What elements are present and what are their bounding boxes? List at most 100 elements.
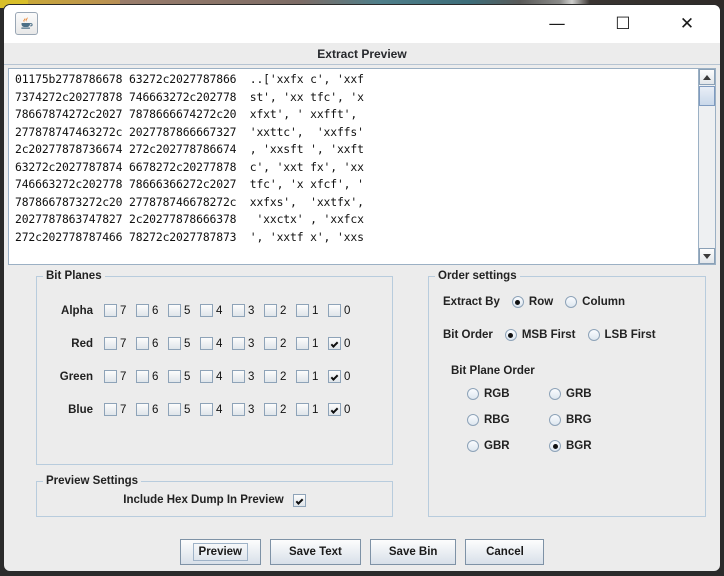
- checkbox-red-bit-6[interactable]: [136, 337, 149, 350]
- bit-cell: 6: [136, 403, 168, 416]
- hex-dump-text[interactable]: 01175b2778786678 63272c2027787866 ..['xx…: [9, 69, 698, 264]
- preview-settings-panel: Preview Settings Include Hex Dump In Pre…: [36, 475, 393, 517]
- checkbox-blue-bit-5[interactable]: [168, 403, 181, 416]
- bit-cell: 5: [168, 304, 200, 317]
- bit-index-label: 1: [312, 370, 319, 383]
- bit-plane-order-option-rbg[interactable]: RBG: [467, 414, 549, 426]
- checkbox-red-bit-1[interactable]: [296, 337, 309, 350]
- radio-indicator[interactable]: [549, 414, 561, 426]
- checkbox-red-bit-0[interactable]: [328, 337, 341, 350]
- checkbox-green-bit-4[interactable]: [200, 370, 213, 383]
- preview-vertical-scrollbar[interactable]: [698, 69, 715, 264]
- checkbox-blue-bit-2[interactable]: [264, 403, 277, 416]
- checkbox-blue-bit-1[interactable]: [296, 403, 309, 416]
- checkbox-alpha-bit-1[interactable]: [296, 304, 309, 317]
- bit-plane-order-option-rgb[interactable]: RGB: [467, 388, 549, 400]
- checkbox-red-bit-4[interactable]: [200, 337, 213, 350]
- checkbox-red-bit-5[interactable]: [168, 337, 181, 350]
- checkbox-green-bit-2[interactable]: [264, 370, 277, 383]
- preview-button[interactable]: Preview: [179, 539, 262, 565]
- bit-index-label: 6: [152, 304, 159, 317]
- bit-cell: 6: [136, 304, 168, 317]
- bit-index-label: 7: [120, 370, 127, 383]
- minimize-button[interactable]: —: [534, 5, 580, 43]
- bit-plane-order-option-gbr[interactable]: GBR: [467, 440, 549, 452]
- checkbox-green-bit-5[interactable]: [168, 370, 181, 383]
- bit-cell: 4: [200, 304, 232, 317]
- bit-index-label: 1: [312, 403, 319, 416]
- bit-planes-grid: Alpha 7 6 5 4 3 2 1 0 Red 7 6 5 4 3 2 1 0 Green 7 6 5 4 3 2 1 0 Blu…: [37, 294, 392, 426]
- checkbox-blue-bit-7[interactable]: [104, 403, 117, 416]
- radio-indicator[interactable]: [549, 388, 561, 400]
- java-coffee-cup-icon: [15, 12, 38, 35]
- cancel-button[interactable]: Cancel: [465, 539, 545, 565]
- settings-area: Bit Planes Alpha 7 6 5 4 3 2 1 0 Red 7 6 5 4 3 2 1 0 Green…: [4, 265, 720, 571]
- scroll-up-arrow-icon[interactable]: [699, 69, 715, 85]
- checkbox-alpha-bit-6[interactable]: [136, 304, 149, 317]
- maximize-icon: ☐: [615, 13, 631, 34]
- include-hex-dump-checkbox[interactable]: [292, 493, 306, 507]
- checkbox-blue-bit-6[interactable]: [136, 403, 149, 416]
- checkbox-green-bit-6[interactable]: [136, 370, 149, 383]
- bit-plane-channel-label: Green: [59, 370, 93, 383]
- radio-indicator[interactable]: [467, 388, 479, 400]
- checkbox-red-bit-2[interactable]: [264, 337, 277, 350]
- bit-cell: 0: [328, 370, 360, 383]
- bit-cell: 6: [136, 370, 168, 383]
- radio-indicator[interactable]: [587, 329, 600, 341]
- checkbox-red-bit-3[interactable]: [232, 337, 245, 350]
- radio-label: Row: [528, 296, 554, 308]
- radio-indicator[interactable]: [504, 329, 517, 341]
- checkbox-alpha-bit-2[interactable]: [264, 304, 277, 317]
- bit-cell: 5: [168, 337, 200, 350]
- checkbox-green-bit-3[interactable]: [232, 370, 245, 383]
- checkbox-red-bit-7[interactable]: [104, 337, 117, 350]
- checkbox-green-bit-0[interactable]: [328, 370, 341, 383]
- maximize-button[interactable]: ☐: [600, 5, 646, 43]
- bit-cell: 0: [328, 403, 360, 416]
- bit-cell: 2: [264, 403, 296, 416]
- extract-by-option-row[interactable]: Row: [511, 296, 554, 308]
- checkbox-alpha-bit-7[interactable]: [104, 304, 117, 317]
- scrollbar-track[interactable]: [699, 86, 715, 247]
- checkbox-blue-bit-0[interactable]: [328, 403, 341, 416]
- order-settings-legend: Order settings: [438, 270, 517, 282]
- minimize-icon: —: [548, 13, 566, 34]
- radio-indicator[interactable]: [565, 296, 578, 308]
- checkbox-alpha-bit-0[interactable]: [328, 304, 341, 317]
- bit-index-label: 2: [280, 304, 287, 317]
- checkbox-alpha-bit-4[interactable]: [200, 304, 213, 317]
- scroll-down-arrow-icon[interactable]: [699, 248, 715, 264]
- checkbox-alpha-bit-3[interactable]: [232, 304, 245, 317]
- bit-index-label: 7: [120, 304, 127, 317]
- bit-plane-order-option-grb[interactable]: GRB: [549, 388, 631, 400]
- extract-by-option-column[interactable]: Column: [565, 296, 625, 308]
- radio-indicator[interactable]: [467, 414, 479, 426]
- save-bin-button[interactable]: Save Bin: [369, 539, 457, 565]
- page-title: Extract Preview: [317, 46, 407, 61]
- close-button[interactable]: ✕: [664, 5, 710, 43]
- bit-plane-order-option-brg[interactable]: BRG: [549, 414, 631, 426]
- scrollbar-thumb[interactable]: [699, 86, 715, 106]
- checkbox-blue-bit-4[interactable]: [200, 403, 213, 416]
- radio-indicator[interactable]: [467, 440, 479, 452]
- bit-index-label: 0: [344, 370, 351, 383]
- bit-plane-order-option-bgr[interactable]: BGR: [549, 440, 631, 452]
- radio-indicator[interactable]: [511, 296, 524, 308]
- bit-index-label: 4: [216, 304, 223, 317]
- bit-cell: 7: [104, 403, 136, 416]
- bit-index-label: 0: [344, 304, 351, 317]
- radio-indicator[interactable]: [549, 440, 561, 452]
- extract-preview-textarea-container: 01175b2778786678 63272c2027787866 ..['xx…: [8, 68, 716, 265]
- bit-order-option-lsb-first[interactable]: LSB First: [587, 329, 656, 341]
- extract-by-options: Row Column: [500, 296, 625, 308]
- dialog-header: Extract Preview: [4, 43, 720, 65]
- checkbox-green-bit-1[interactable]: [296, 370, 309, 383]
- checkbox-green-bit-7[interactable]: [104, 370, 117, 383]
- bit-plane-row-alpha: Alpha 7 6 5 4 3 2 1 0: [37, 294, 392, 327]
- checkbox-blue-bit-3[interactable]: [232, 403, 245, 416]
- bit-order-option-msb-first[interactable]: MSB First: [504, 329, 576, 341]
- checkbox-alpha-bit-5[interactable]: [168, 304, 181, 317]
- save-text-button[interactable]: Save Text: [270, 539, 361, 565]
- bit-plane-order-label: Bit Plane Order: [451, 365, 535, 377]
